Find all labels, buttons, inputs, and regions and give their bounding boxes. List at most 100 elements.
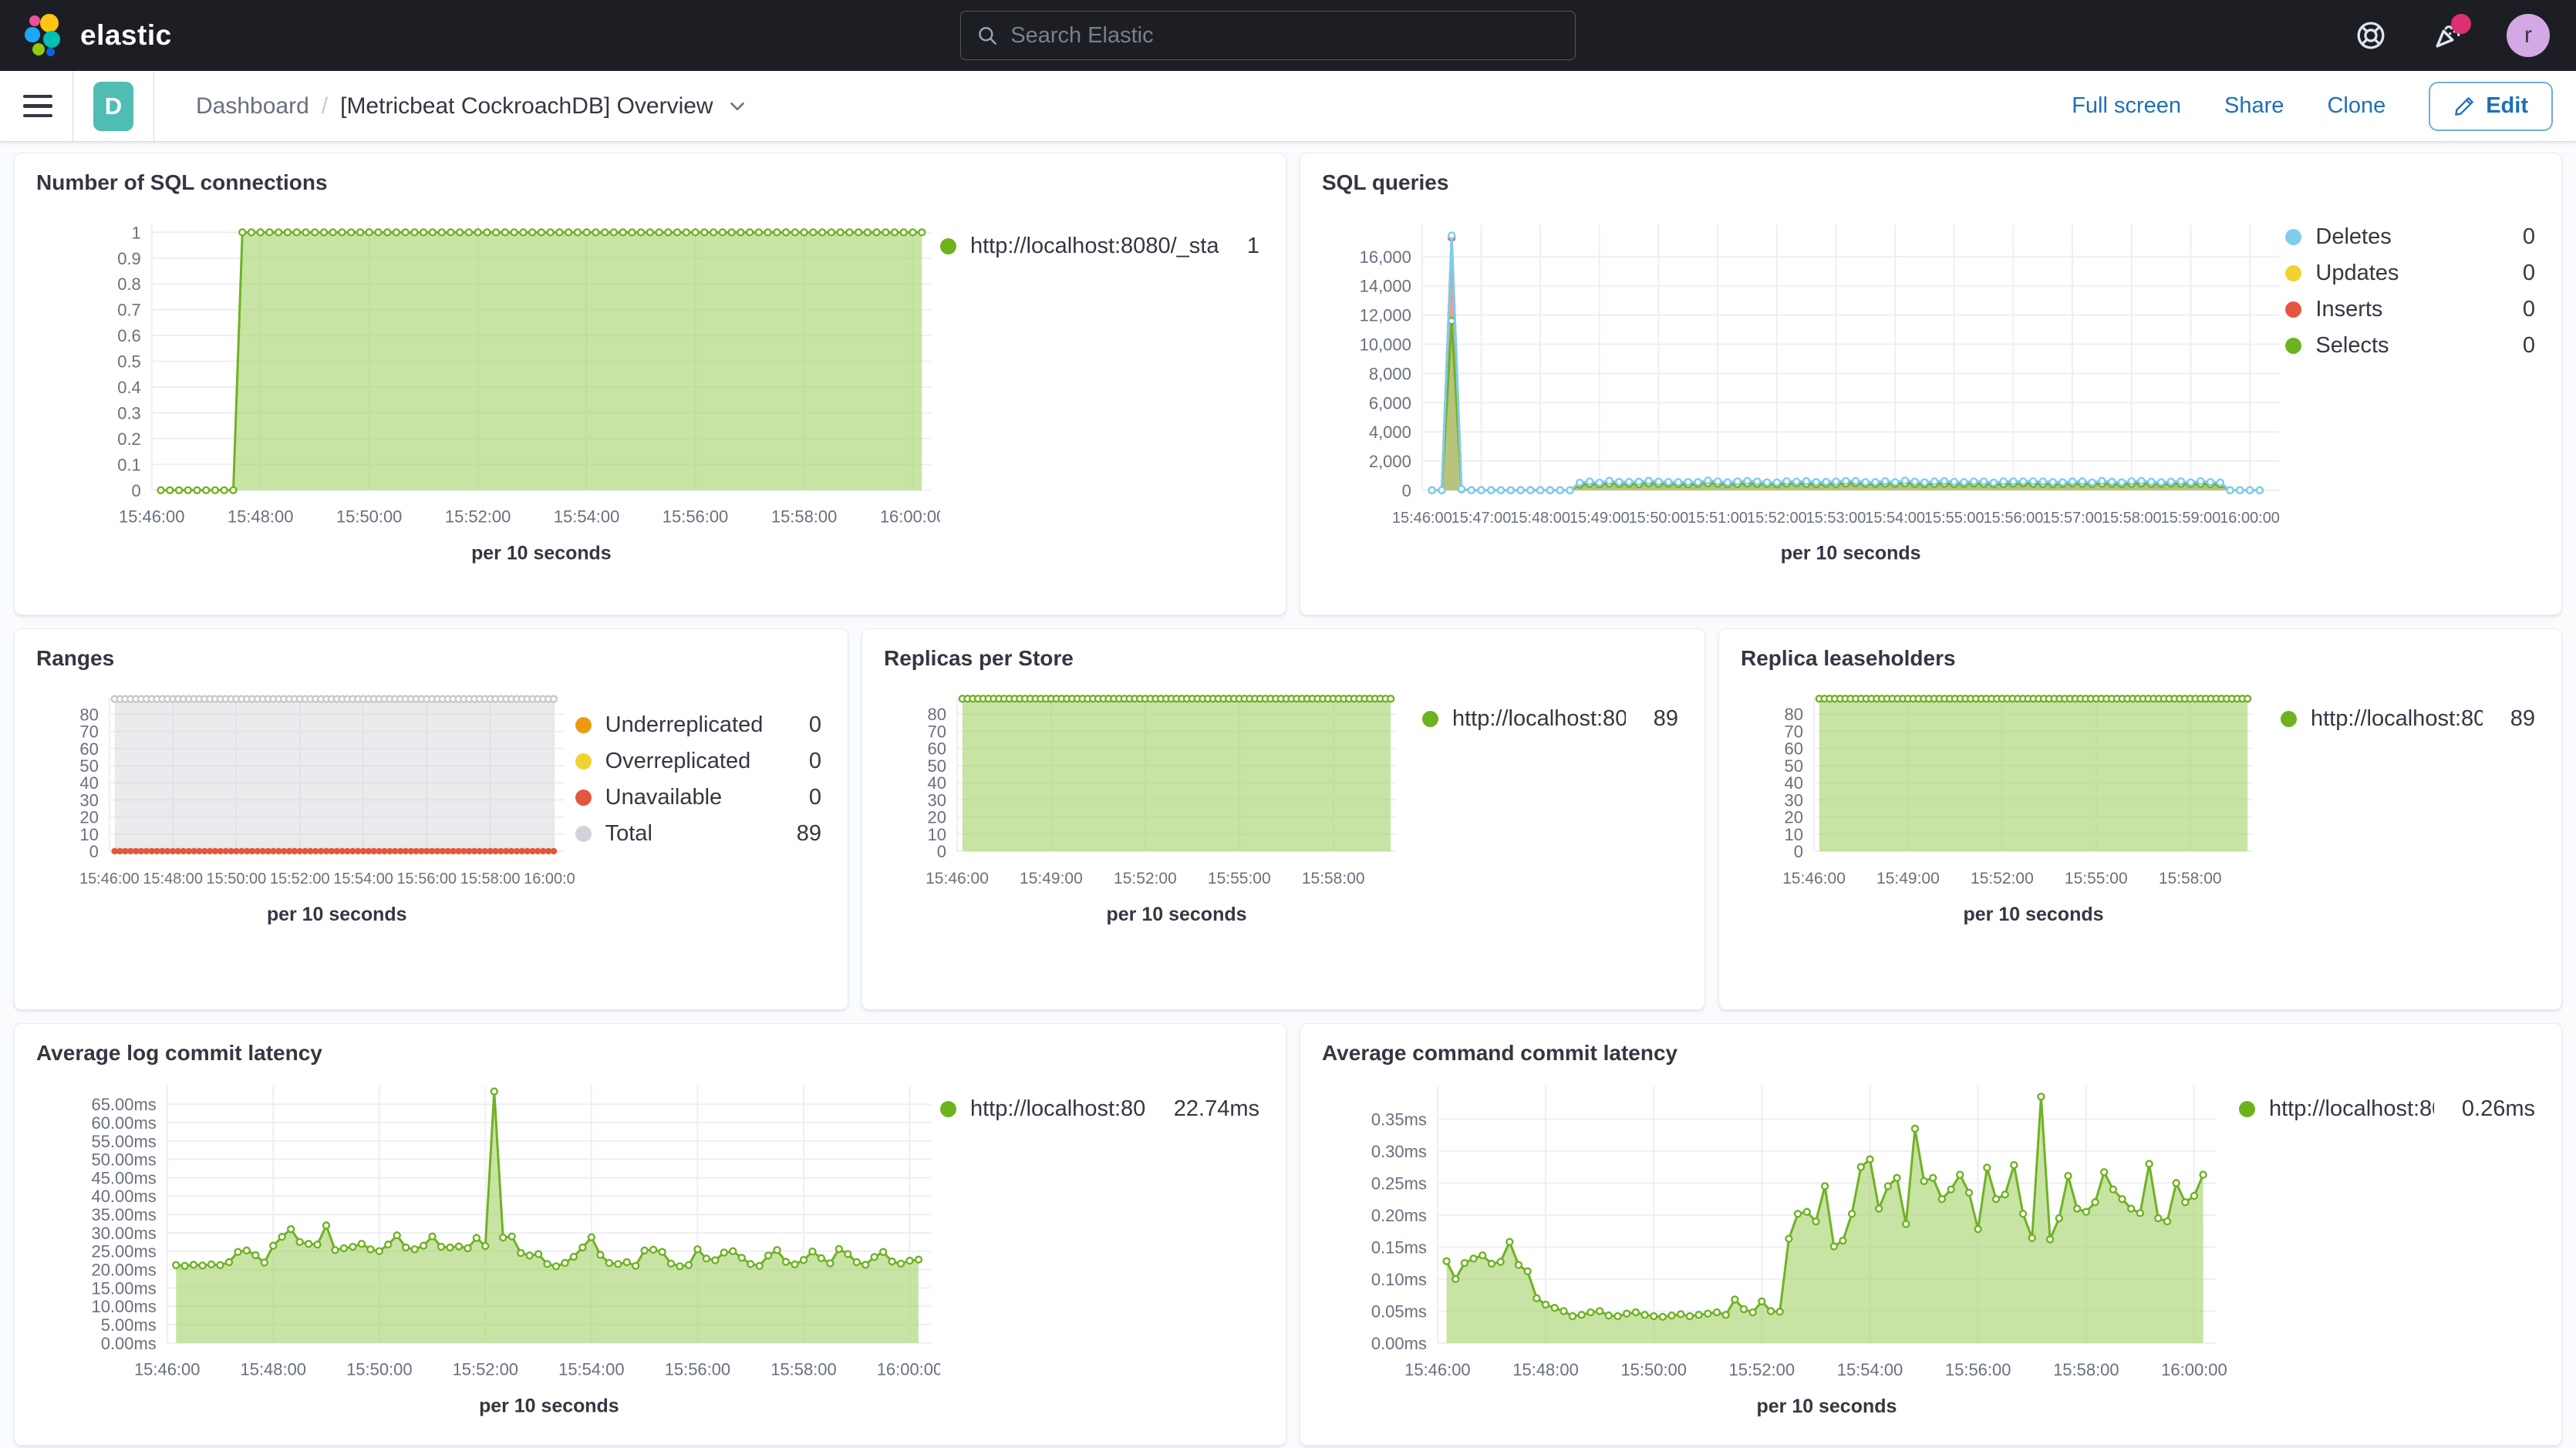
svg-text:0: 0	[937, 842, 946, 861]
legend-item[interactable]: http://localhost:8080/_sta...89	[2281, 706, 2535, 732]
elastic-logo-text: elastic	[80, 19, 172, 52]
legend-value: 0	[2509, 333, 2535, 359]
menu-toggle-button[interactable]	[23, 95, 52, 118]
share-button[interactable]: Share	[2224, 93, 2284, 119]
clone-button[interactable]: Clone	[2327, 93, 2385, 119]
command-commit-latency-chart[interactable]: 0.35ms0.30ms0.25ms0.20ms0.15ms0.10ms0.05…	[1322, 1073, 2239, 1436]
search-input[interactable]	[1010, 23, 1559, 49]
svg-text:per 10 seconds: per 10 seconds	[1106, 904, 1246, 925]
svg-text:15:50:00: 15:50:00	[1629, 510, 1689, 527]
svg-text:15:56:00: 15:56:00	[1945, 1360, 2011, 1379]
legend-value: 0	[795, 749, 821, 774]
legend-item[interactable]: http://localhost:8080... 0.26ms	[2239, 1096, 2535, 1122]
svg-text:10,000: 10,000	[1360, 335, 1411, 354]
svg-text:0: 0	[89, 842, 99, 861]
svg-text:14,000: 14,000	[1360, 277, 1411, 296]
svg-text:15:52:00: 15:52:00	[1747, 510, 1807, 527]
svg-text:16,000: 16,000	[1360, 248, 1411, 267]
legend-value: 0.26ms	[2448, 1096, 2535, 1122]
legend-item[interactable]: http://localhost:808...22.74ms	[940, 1096, 1259, 1122]
svg-text:30: 30	[79, 790, 98, 810]
panel-title[interactable]: Average log commit latency	[36, 1041, 1264, 1066]
panel-title[interactable]: Ranges	[36, 646, 826, 671]
legend-label: Deletes	[2315, 224, 2391, 250]
user-avatar[interactable]: r	[2507, 14, 2550, 57]
svg-text:0.4: 0.4	[117, 378, 141, 397]
legend-label: http://localhost:8080/_sta...	[1452, 706, 1626, 732]
legend-item[interactable]: Underreplicated0	[575, 712, 821, 738]
svg-text:15:58:00: 15:58:00	[2159, 870, 2222, 887]
series-color-dot	[2285, 265, 2301, 281]
chart-legend: http://localhost:8080/_stat...1	[940, 203, 1264, 259]
svg-text:15:52:00: 15:52:00	[1971, 870, 2034, 887]
elastic-logo[interactable]: elastic	[0, 14, 172, 57]
svg-text:30: 30	[928, 790, 946, 810]
panel-title[interactable]: SQL queries	[1322, 170, 2540, 195]
space-badge[interactable]: D	[93, 82, 133, 131]
panel-title[interactable]: Average command commit latency	[1322, 1041, 2540, 1066]
legend-item[interactable]: Overreplicated0	[575, 749, 821, 774]
chart-legend: Deletes0Updates0Inserts0Selects0	[2285, 203, 2540, 359]
legend-label: http://localhost:8080...	[2269, 1096, 2434, 1122]
ranges-chart[interactable]: 8070605040302010015:46:0015:48:0015:50:0…	[36, 679, 575, 987]
svg-text:15:55:00: 15:55:00	[1924, 510, 1984, 527]
chart-legend: http://localhost:8080/_sta...89	[1422, 679, 1683, 732]
replicas-per-store-chart[interactable]: 8070605040302010015:46:0015:49:0015:52:0…	[884, 679, 1408, 987]
legend-item[interactable]: Unavailable0	[575, 785, 821, 810]
series-color-dot	[940, 238, 956, 254]
svg-text:15:58:00: 15:58:00	[771, 507, 837, 527]
breadcrumb-dashboard-link[interactable]: Dashboard	[196, 93, 309, 120]
legend-item[interactable]: Total89	[575, 821, 821, 847]
svg-text:15:50:00: 15:50:00	[336, 507, 402, 527]
legend-label: http://localhost:8080/_stat...	[970, 234, 1219, 259]
elastic-logo-icon	[23, 14, 66, 57]
svg-text:per 10 seconds: per 10 seconds	[471, 543, 612, 564]
panel-ranges: Ranges 8070605040302010015:46:0015:48:00…	[14, 628, 848, 1010]
panel-log-commit-latency: Average log commit latency 65.00ms60.00m…	[14, 1023, 1286, 1446]
svg-text:0.05ms: 0.05ms	[1371, 1302, 1427, 1321]
global-search[interactable]	[960, 11, 1576, 60]
sql-connections-chart[interactable]: 10.90.80.70.60.50.40.30.20.1015:46:0015:…	[36, 203, 940, 577]
legend-item[interactable]: http://localhost:8080/_stat...1	[940, 234, 1259, 259]
svg-text:15:59:00: 15:59:00	[2161, 510, 2221, 527]
help-button[interactable]	[2352, 17, 2389, 54]
svg-text:0.3: 0.3	[117, 403, 141, 423]
replica-leaseholders-chart[interactable]: 8070605040302010015:46:0015:49:0015:52:0…	[1741, 679, 2265, 987]
svg-text:0.10ms: 0.10ms	[1371, 1270, 1427, 1289]
svg-text:15:54:00: 15:54:00	[558, 1360, 624, 1379]
svg-text:16:00:00: 16:00:00	[880, 507, 940, 527]
legend-item[interactable]: Inserts0	[2285, 297, 2535, 322]
newsfeed-button[interactable]	[2429, 17, 2466, 54]
svg-text:15:51:00: 15:51:00	[1688, 510, 1748, 527]
dashboard-grid: Number of SQL connections 10.90.80.70.60…	[0, 142, 2576, 1446]
panel-title[interactable]: Replicas per Store	[884, 646, 1683, 671]
log-commit-latency-chart[interactable]: 65.00ms60.00ms55.00ms50.00ms45.00ms40.00…	[36, 1073, 940, 1436]
svg-text:40.00ms: 40.00ms	[92, 1187, 157, 1206]
legend-item[interactable]: Selects0	[2285, 333, 2535, 359]
legend-value: 89	[783, 821, 821, 847]
panel-command-commit-latency: Average command commit latency 0.35ms0.3…	[1300, 1023, 2562, 1446]
legend-item[interactable]: http://localhost:8080/_sta...89	[1422, 706, 1678, 732]
svg-text:6,000: 6,000	[1369, 393, 1411, 413]
sql-queries-chart[interactable]: 16,00014,00012,00010,0008,0006,0004,0002…	[1322, 203, 2285, 577]
svg-text:0.35ms: 0.35ms	[1371, 1110, 1427, 1129]
svg-text:15:52:00: 15:52:00	[1729, 1360, 1795, 1379]
legend-value: 0	[795, 785, 821, 810]
svg-text:per 10 seconds: per 10 seconds	[479, 1396, 619, 1417]
legend-item[interactable]: Updates0	[2285, 261, 2535, 286]
svg-text:0.2: 0.2	[117, 429, 141, 449]
svg-text:0.7: 0.7	[117, 301, 141, 320]
divider	[153, 71, 154, 142]
full-screen-button[interactable]: Full screen	[2072, 93, 2181, 119]
panel-title[interactable]: Replica leaseholders	[1741, 646, 2540, 671]
legend-item[interactable]: Deletes0	[2285, 224, 2535, 250]
edit-button[interactable]: Edit	[2429, 82, 2553, 131]
panel-title[interactable]: Number of SQL connections	[36, 170, 1264, 195]
svg-text:15:52:00: 15:52:00	[453, 1360, 518, 1379]
legend-label: Updates	[2315, 261, 2399, 286]
svg-text:30: 30	[1785, 790, 1803, 810]
svg-text:15:56:00: 15:56:00	[396, 870, 457, 887]
chevron-down-icon[interactable]	[726, 95, 749, 118]
svg-text:70: 70	[1785, 722, 1803, 741]
svg-text:15:46:00: 15:46:00	[926, 870, 989, 887]
